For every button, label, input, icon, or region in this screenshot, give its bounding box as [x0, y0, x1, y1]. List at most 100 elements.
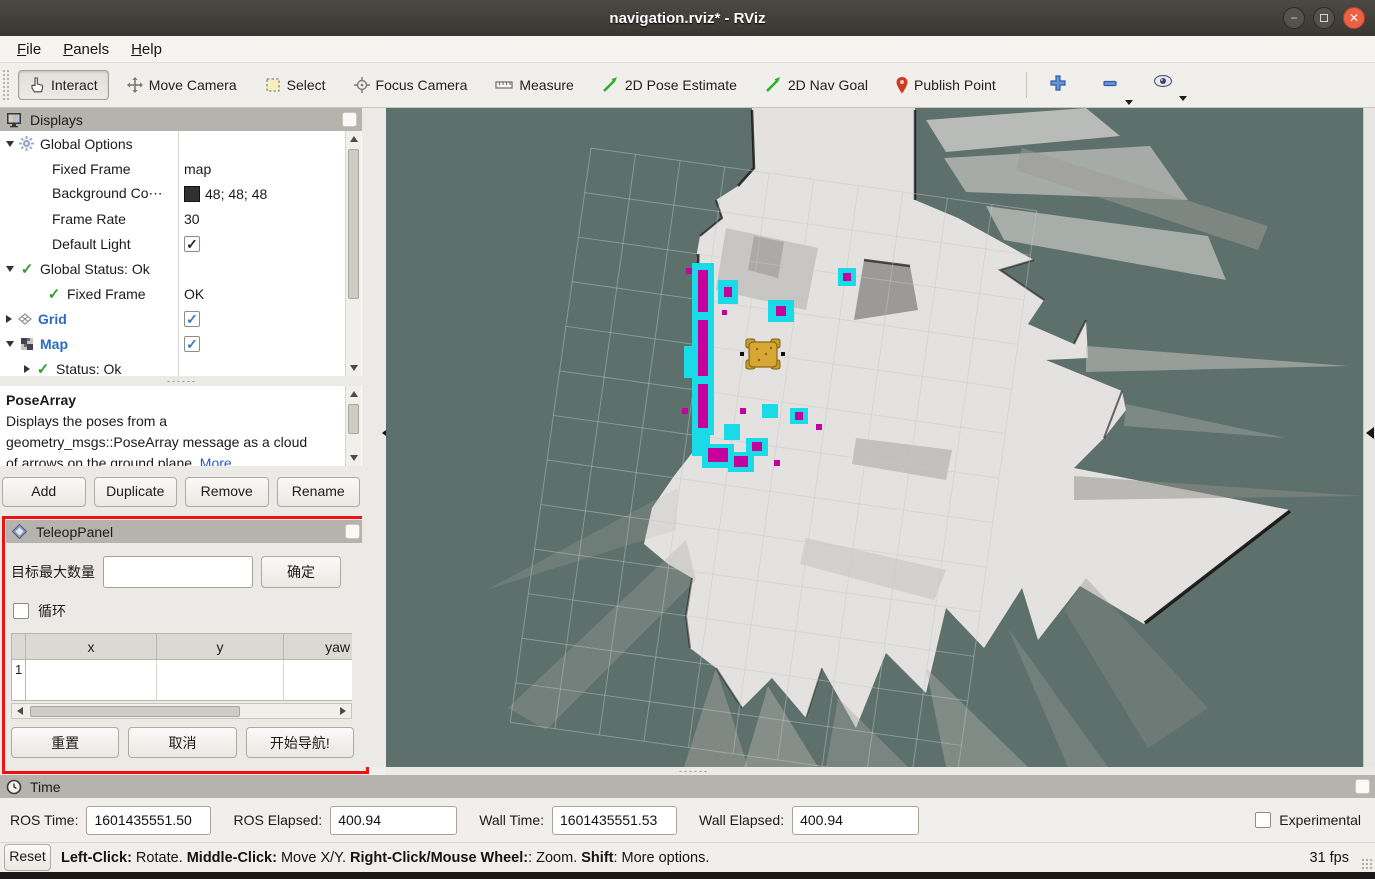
start-navigation-button[interactable]: 开始导航! — [246, 727, 354, 758]
checkbox-map[interactable]: ✓ — [184, 336, 200, 352]
cell-y[interactable] — [157, 660, 284, 700]
time-panel-header[interactable]: Time — [0, 775, 1375, 798]
displays-panel-header[interactable]: Displays — [0, 108, 362, 131]
scroll-thumb[interactable] — [348, 404, 359, 434]
scroll-right-icon[interactable] — [340, 707, 346, 715]
tool-move-camera[interactable]: Move Camera — [117, 71, 247, 99]
tool-focus-camera[interactable]: Focus Camera — [344, 71, 478, 99]
titlebar[interactable]: navigation.rviz* - RViz − ✕ — [0, 0, 1375, 36]
ros-time-input[interactable] — [86, 806, 211, 835]
collapse-right-icon[interactable] — [1366, 427, 1374, 439]
check-icon: ✓ — [186, 337, 198, 351]
tool-interact[interactable]: Interact — [18, 70, 109, 100]
tool-2d-pose-estimate[interactable]: 2D Pose Estimate — [592, 71, 747, 99]
duplicate-button[interactable]: Duplicate — [94, 477, 178, 507]
scroll-up-icon[interactable] — [350, 391, 358, 397]
panel-float-button[interactable] — [342, 112, 357, 127]
teleop-panel-header[interactable]: TeleopPanel — [6, 520, 365, 543]
dropdown-caret-icon[interactable] — [1179, 96, 1187, 101]
tree-row-default-light[interactable]: Default Light ✓ — [0, 231, 362, 256]
panel-float-button[interactable] — [1355, 779, 1370, 794]
close-button[interactable]: ✕ — [1343, 7, 1365, 29]
ros-elapsed-input[interactable] — [330, 806, 457, 835]
remove-button[interactable]: Remove — [185, 477, 269, 507]
tree-row-grid[interactable]: Grid ✓ — [0, 306, 362, 331]
panel-splitter[interactable] — [0, 376, 362, 386]
cell-x[interactable] — [26, 660, 157, 700]
tree-row-global-status[interactable]: ✓ Global Status: Ok — [0, 256, 362, 281]
render-view[interactable] — [386, 108, 1363, 767]
reset-goals-button[interactable]: 重置 — [11, 727, 119, 758]
wall-elapsed-input[interactable] — [792, 806, 919, 835]
reset-button[interactable]: Reset — [4, 844, 51, 871]
maximize-icon — [1320, 14, 1328, 22]
display-name: Map — [40, 336, 68, 352]
table-hscrollbar[interactable] — [11, 703, 352, 719]
add-button[interactable]: Add — [2, 477, 86, 507]
menu-file[interactable]: File — [6, 39, 52, 60]
tree-row-map-status[interactable]: ✓ Status: Ok — [0, 356, 362, 376]
minimize-button[interactable]: − — [1283, 7, 1305, 29]
property-value[interactable]: map — [184, 161, 211, 177]
color-swatch[interactable] — [184, 186, 200, 202]
checkbox-grid[interactable]: ✓ — [184, 311, 200, 327]
scroll-thumb[interactable] — [30, 706, 240, 717]
expander-icon[interactable] — [6, 341, 14, 347]
tree-row-background-color[interactable]: Background Co⋯ 48; 48; 48 — [0, 181, 362, 206]
column-header-y[interactable]: y — [157, 634, 284, 659]
scroll-down-icon[interactable] — [350, 455, 358, 461]
scroll-thumb[interactable] — [348, 149, 359, 299]
loop-checkbox[interactable] — [13, 603, 29, 619]
time-panel-splitter[interactable] — [386, 767, 1375, 775]
tool-measure[interactable]: Measure — [485, 71, 583, 99]
scroll-down-icon[interactable] — [350, 365, 358, 371]
toolbar-drag-handle[interactable] — [2, 69, 10, 101]
tool-select[interactable]: Select — [255, 71, 336, 99]
tree-row-map[interactable]: Map ✓ — [0, 331, 362, 356]
tree-row-status-fixed-frame[interactable]: ✓ Fixed Frame OK — [0, 281, 362, 306]
confirm-button[interactable]: 确定 — [261, 556, 341, 588]
checkbox-default-light[interactable]: ✓ — [184, 236, 200, 252]
wall-time-input[interactable] — [552, 806, 677, 835]
check-icon: ✓ — [186, 312, 198, 326]
dock-splitter-left[interactable] — [362, 108, 386, 767]
expander-icon[interactable] — [24, 365, 30, 373]
zoom-in-button[interactable] — [1045, 70, 1071, 101]
scroll-left-icon[interactable] — [17, 707, 23, 715]
column-header-yaw[interactable]: yaw — [284, 634, 352, 659]
tree-row-frame-rate[interactable]: Frame Rate 30 — [0, 206, 362, 231]
resize-grip[interactable] — [1361, 858, 1373, 870]
menu-help[interactable]: Help — [120, 39, 173, 60]
property-label: Fixed Frame — [67, 286, 146, 302]
tree-row-fixed-frame[interactable]: Fixed Frame map — [0, 156, 362, 181]
property-value[interactable]: 30 — [184, 211, 200, 227]
tree-scrollbar[interactable] — [345, 131, 361, 376]
cell-yaw[interactable] — [284, 660, 352, 700]
dropdown-caret-icon[interactable] — [1125, 100, 1133, 105]
max-goals-input[interactable] — [103, 556, 253, 588]
maximize-button[interactable] — [1313, 7, 1335, 29]
expander-icon[interactable] — [6, 315, 12, 323]
more-link[interactable]: More... — [200, 455, 244, 466]
camera-view-button[interactable] — [1149, 70, 1177, 97]
cancel-button[interactable]: 取消 — [128, 727, 236, 758]
description-scrollbar[interactable] — [345, 386, 361, 466]
rename-button[interactable]: Rename — [277, 477, 361, 507]
tool-2d-nav-goal[interactable]: 2D Nav Goal — [755, 71, 878, 99]
status-ok-check-icon: ✓ — [19, 260, 35, 278]
menu-panels[interactable]: Panels — [52, 39, 120, 60]
expander-icon[interactable] — [6, 141, 14, 147]
crosshair-icon — [354, 77, 370, 93]
property-value[interactable]: 48; 48; 48 — [205, 186, 267, 202]
tree-row-global-options[interactable]: Global Options — [0, 131, 362, 156]
experimental-checkbox[interactable] — [1255, 812, 1271, 828]
expander-icon[interactable] — [6, 266, 14, 272]
row-header[interactable]: 1 — [12, 660, 26, 700]
zoom-out-button[interactable] — [1097, 70, 1123, 101]
tool-publish-point[interactable]: Publish Point — [886, 71, 1006, 100]
scroll-up-icon[interactable] — [350, 136, 358, 142]
dock-splitter-right[interactable] — [1363, 108, 1375, 767]
column-header-x[interactable]: x — [26, 634, 157, 659]
panel-float-button[interactable] — [345, 524, 360, 539]
teleop-panel: TeleopPanel 目标最大数量 确定 循环 x y yaw — [2, 516, 369, 774]
